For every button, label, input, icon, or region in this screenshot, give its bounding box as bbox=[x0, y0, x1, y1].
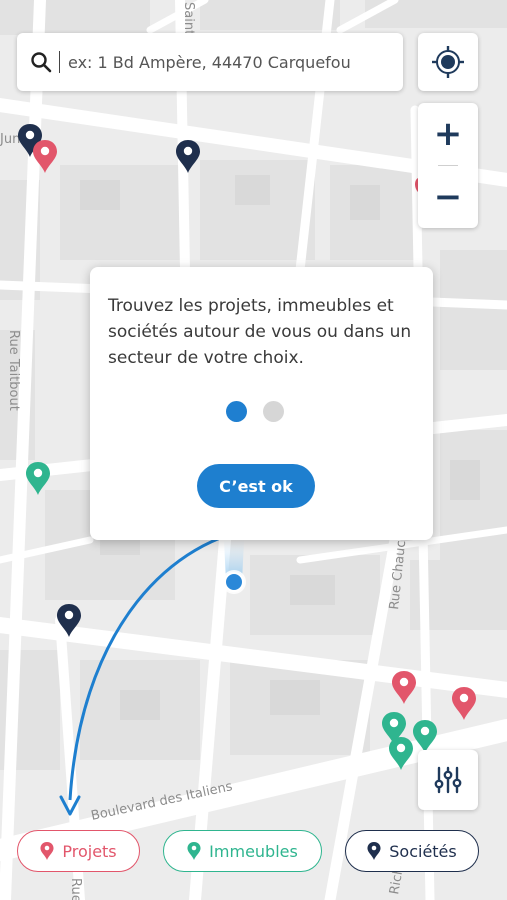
zoom-controls: + − bbox=[418, 103, 478, 228]
onboarding-message: Trouvez les projets, immeubles et sociét… bbox=[108, 296, 412, 368]
street-label-taitbout: Rue Taitbout bbox=[6, 330, 21, 411]
map-pin-icon bbox=[367, 842, 381, 860]
street-label-rue-edge: Rue bbox=[68, 878, 83, 900]
filter-chip-societes[interactable]: Sociétés bbox=[345, 830, 479, 872]
filter-chip-projets[interactable]: Projets bbox=[17, 830, 140, 872]
pagination-dots bbox=[226, 401, 284, 422]
onboarding-tooltip: Trouvez les projets, immeubles et sociét… bbox=[90, 267, 433, 540]
zoom-in-button[interactable]: + bbox=[418, 103, 478, 165]
street-label-jun: Jun bbox=[0, 132, 20, 147]
pagination-dot-inactive[interactable] bbox=[263, 401, 284, 422]
crosshair-icon bbox=[432, 46, 464, 78]
filter-chip-label: Immeubles bbox=[209, 841, 298, 861]
user-location-icon bbox=[222, 540, 246, 594]
filter-chip-label: Sociétés bbox=[389, 841, 457, 861]
pagination-dot-active[interactable] bbox=[226, 401, 247, 422]
search-bar[interactable] bbox=[17, 33, 403, 91]
ok-button[interactable]: C’est ok bbox=[197, 464, 315, 508]
app-screen: Rue Taitbout Boulevard des Italiens Rue … bbox=[0, 0, 507, 900]
sliders-icon bbox=[434, 766, 462, 794]
text-cursor bbox=[59, 51, 60, 73]
filter-chip-label: Projets bbox=[62, 841, 117, 861]
map-pin-icon bbox=[40, 842, 54, 860]
zoom-out-button[interactable]: − bbox=[418, 166, 478, 228]
locate-me-button[interactable] bbox=[418, 33, 478, 91]
map-pin-icon bbox=[187, 842, 201, 860]
search-icon bbox=[31, 52, 52, 73]
search-input[interactable] bbox=[68, 52, 384, 72]
filter-chip-immeubles[interactable]: Immeubles bbox=[163, 830, 322, 872]
filter-button[interactable] bbox=[418, 750, 478, 810]
